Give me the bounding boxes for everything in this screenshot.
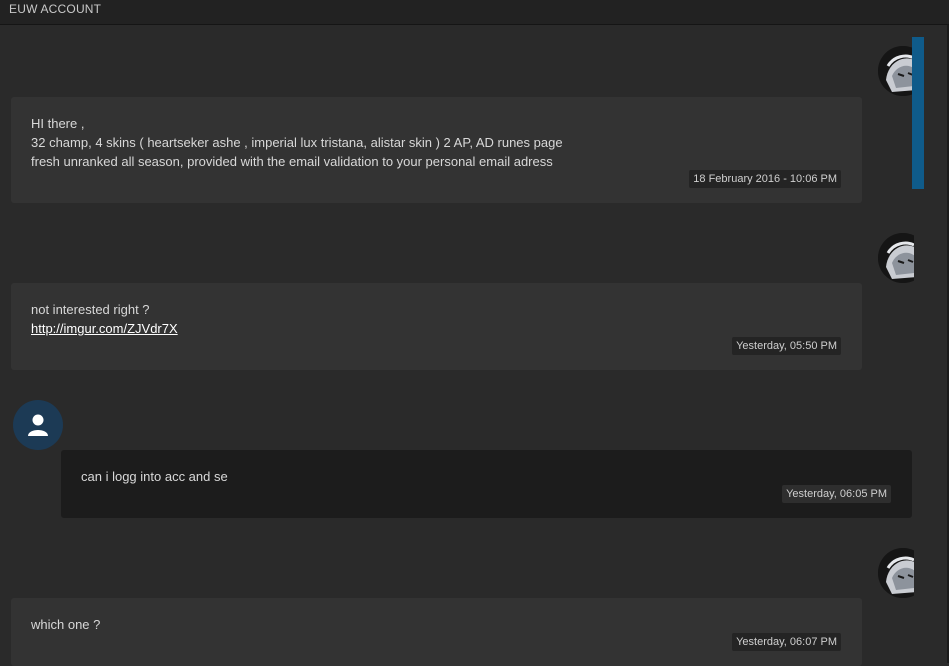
message-timestamp: Yesterday, 06:07 PM: [732, 633, 841, 651]
message-timestamp: 18 February 2016 - 10:06 PM: [689, 170, 841, 188]
message-text: which one ?: [31, 617, 101, 632]
message-text: fresh unranked all season, provided with…: [31, 154, 553, 169]
message-bubble-4: which one ? Yesterday, 06:07 PM: [11, 598, 862, 666]
scrollbar-thumb[interactable]: [912, 37, 924, 189]
message-bubble-2: not interested right ? http://imgur.com/…: [11, 283, 862, 370]
message-text: can i logg into acc and se: [81, 469, 228, 484]
thread-title: EUW ACCOUNT: [9, 2, 102, 16]
message-bubble-1: HI there , 32 champ, 4 skins ( heartseke…: [11, 97, 862, 203]
message-text: not interested right ?: [31, 302, 150, 317]
message-timestamp: Yesterday, 06:05 PM: [782, 485, 891, 503]
message-bubble-3: can i logg into acc and se Yesterday, 06…: [61, 450, 912, 518]
message-text: 32 champ, 4 skins ( heartseker ashe , im…: [31, 135, 563, 150]
message-timestamp: Yesterday, 05:50 PM: [732, 337, 841, 355]
user-avatar[interactable]: [13, 400, 63, 450]
message-text: HI there ,: [31, 116, 85, 131]
thread-header: EUW ACCOUNT: [0, 0, 949, 25]
message-link[interactable]: http://imgur.com/ZJVdr7X: [31, 321, 178, 336]
user-icon: [28, 414, 48, 436]
